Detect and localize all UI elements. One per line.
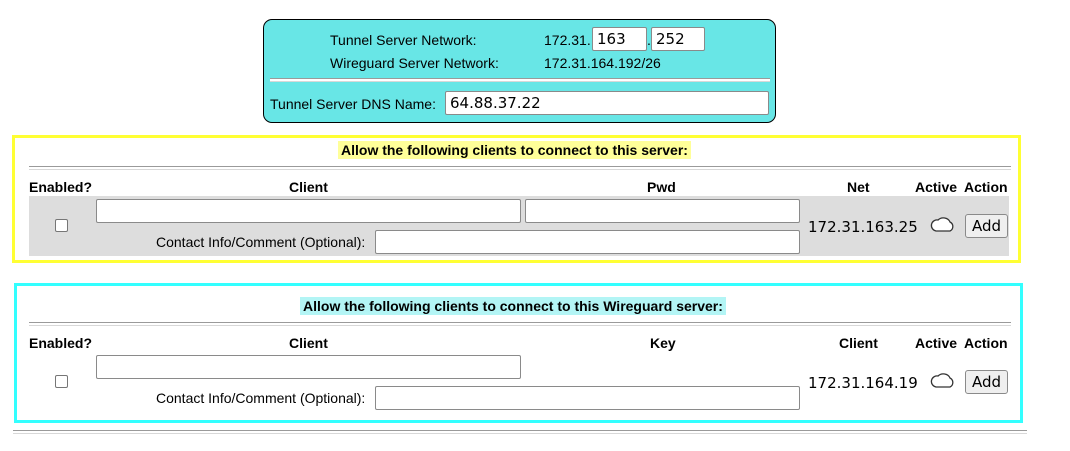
server-clients-title: Allow the following clients to connect t… (338, 141, 691, 159)
wg-header-action: Action (964, 335, 1008, 351)
header-enabled: Enabled? (29, 179, 93, 195)
wireguard-clients-title: Allow the following clients to connect t… (300, 297, 726, 315)
wg-client-ip-value: 172.31.164.19 (808, 374, 918, 392)
header-action: Action (964, 179, 1008, 195)
tunnel-network-prefix: 172.31. (544, 32, 591, 48)
comment-input[interactable] (375, 230, 800, 254)
wg-enabled-checkbox[interactable] (55, 375, 68, 388)
tunnel-divider (270, 78, 770, 82)
header-active: Active (915, 179, 958, 195)
cloud-icon (930, 217, 954, 232)
client-name-input[interactable] (96, 199, 521, 223)
wg-header-enabled: Enabled? (29, 335, 93, 351)
tunnel-network-label: Tunnel Server Network: (330, 32, 477, 48)
header-client: Client (289, 179, 328, 195)
wg-header-active: Active (915, 335, 958, 351)
header-net: Net (847, 179, 870, 195)
add-button[interactable]: Add (965, 214, 1008, 238)
header-pwd: Pwd (647, 179, 676, 195)
wg-header-client-ip: Client (839, 335, 878, 351)
comment-label: Contact Info/Comment (Optional): (156, 234, 366, 250)
server-clients-divider (29, 166, 1011, 170)
bottom-divider (13, 430, 1027, 434)
wg-client-name-input[interactable] (96, 355, 521, 379)
wg-comment-input[interactable] (375, 386, 800, 410)
client-net-value: 172.31.163.25 (808, 218, 918, 236)
tunnel-network-octet3-input[interactable]: 163 (592, 27, 647, 51)
dns-name-input[interactable]: 64.88.37.22 (445, 91, 769, 115)
wireguard-network-value: 172.31.164.192/26 (544, 55, 661, 71)
cloud-icon (930, 373, 954, 388)
wireguard-clients-divider (29, 322, 1011, 326)
wg-add-button[interactable]: Add (965, 370, 1008, 394)
wireguard-network-label: Wireguard Server Network: (330, 55, 499, 71)
wg-comment-label: Contact Info/Comment (Optional): (156, 390, 366, 406)
tunnel-network-octet4-input[interactable]: 252 (651, 27, 705, 51)
wg-header-key: Key (650, 335, 676, 351)
enabled-checkbox[interactable] (55, 219, 68, 232)
wg-header-client: Client (289, 335, 328, 351)
dns-name-label: Tunnel Server DNS Name: (270, 96, 436, 112)
client-password-input[interactable] (525, 199, 800, 223)
